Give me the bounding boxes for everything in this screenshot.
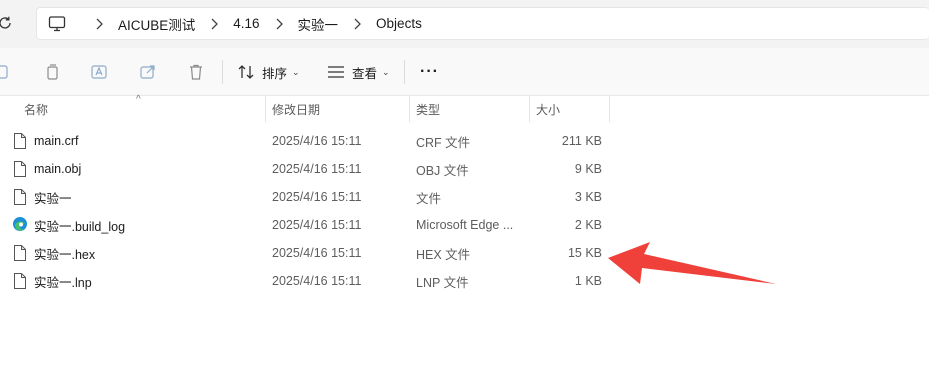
column-header: ^ 名称 修改日期 类型 大小 bbox=[0, 94, 929, 122]
file-icon bbox=[12, 160, 28, 178]
chevron-down-icon: ⌄ bbox=[292, 66, 300, 77]
sort-ascending-icon: ^ bbox=[136, 94, 141, 105]
file-row[interactable]: 实验一.build_log 2025/4/16 15:11 Microsoft … bbox=[0, 211, 929, 239]
breadcrumb-item[interactable]: 实验一 bbox=[298, 14, 339, 34]
rename-icon[interactable] bbox=[90, 63, 108, 81]
sort-button[interactable]: 排序 ⌄ bbox=[238, 58, 300, 86]
file-name-cell[interactable]: 实验一.build_log bbox=[12, 211, 125, 239]
view-list-icon bbox=[328, 66, 344, 78]
command-bar: 排序 ⌄ 查看 ⌄ ··· bbox=[0, 48, 929, 96]
file-size: 15 KB bbox=[567, 246, 602, 260]
column-divider[interactable] bbox=[609, 96, 610, 122]
file-row[interactable]: 实验一 2025/4/16 15:11 文件 3 KB bbox=[0, 183, 929, 211]
file-name: 实验一.build_log bbox=[34, 219, 126, 234]
breadcrumb-item[interactable]: AICUBE测试 bbox=[118, 14, 195, 34]
this-pc-icon[interactable] bbox=[48, 15, 66, 33]
column-divider[interactable] bbox=[529, 96, 530, 122]
file-icon bbox=[12, 132, 28, 150]
file-row[interactable]: 实验一.lnp 2025/4/16 15:11 LNP 文件 1 KB bbox=[0, 267, 929, 295]
file-row[interactable]: 实验一.hex 2025/4/16 15:11 HEX 文件 15 KB bbox=[0, 239, 929, 267]
file-type: Microsoft Edge ... bbox=[416, 218, 514, 232]
file-icon bbox=[12, 244, 28, 262]
sort-label: 排序 bbox=[262, 66, 288, 81]
file-date: 2025/4/16 15:11 bbox=[272, 134, 362, 148]
breadcrumb: AICUBE测试 4.16 实验一 Objects bbox=[80, 14, 422, 34]
file-name: main.obj bbox=[34, 162, 82, 176]
file-icon bbox=[12, 188, 28, 206]
delete-icon[interactable] bbox=[187, 63, 205, 81]
file-type: 文件 bbox=[416, 191, 442, 206]
toolbar-divider bbox=[404, 60, 405, 84]
chevron-right-icon[interactable] bbox=[92, 17, 106, 31]
chevron-down-icon: ⌄ bbox=[382, 66, 390, 77]
file-date: 2025/4/16 15:11 bbox=[272, 162, 362, 176]
file-size: 3 KB bbox=[574, 190, 602, 204]
chevron-right-icon[interactable] bbox=[272, 17, 286, 31]
file-date: 2025/4/16 15:11 bbox=[272, 218, 362, 232]
toolbar-divider bbox=[222, 60, 223, 84]
sort-icon bbox=[238, 65, 254, 79]
file-name-cell[interactable]: 实验一.lnp bbox=[12, 267, 92, 295]
column-size[interactable]: 大小 bbox=[536, 96, 560, 122]
file-size: 211 KB bbox=[561, 134, 602, 148]
file-type: LNP 文件 bbox=[416, 275, 469, 290]
file-name-cell[interactable]: main.crf bbox=[12, 127, 78, 155]
column-name[interactable]: 名称 bbox=[24, 96, 48, 122]
copy-icon[interactable] bbox=[43, 63, 61, 81]
edge-icon bbox=[12, 216, 28, 234]
chevron-right-icon[interactable] bbox=[350, 17, 364, 31]
file-row[interactable]: main.crf 2025/4/16 15:11 CRF 文件 211 KB bbox=[0, 127, 929, 155]
file-list: main.crf 2025/4/16 15:11 CRF 文件 211 KB m… bbox=[0, 127, 929, 295]
column-date[interactable]: 修改日期 bbox=[272, 96, 320, 122]
file-date: 2025/4/16 15:11 bbox=[272, 274, 362, 288]
address-bar[interactable]: AICUBE测试 4.16 实验一 Objects bbox=[36, 7, 929, 40]
file-size: 9 KB bbox=[574, 162, 602, 176]
more-options-button[interactable]: ··· bbox=[420, 58, 439, 86]
column-divider[interactable] bbox=[265, 96, 266, 122]
file-row[interactable]: main.obj 2025/4/16 15:11 OBJ 文件 9 KB bbox=[0, 155, 929, 183]
file-date: 2025/4/16 15:11 bbox=[272, 190, 362, 204]
file-type: OBJ 文件 bbox=[416, 163, 469, 178]
annotation-arrow bbox=[608, 242, 776, 284]
share-icon[interactable] bbox=[139, 63, 157, 81]
file-name: main.crf bbox=[34, 134, 79, 148]
file-name: 实验一.hex bbox=[34, 247, 96, 262]
file-icon bbox=[12, 272, 28, 290]
view-button[interactable]: 查看 ⌄ bbox=[327, 58, 390, 86]
file-name-cell[interactable]: 实验一.hex bbox=[12, 239, 95, 267]
cut-icon[interactable] bbox=[0, 63, 12, 81]
file-size: 2 KB bbox=[574, 218, 602, 232]
column-divider[interactable] bbox=[409, 96, 410, 122]
file-name: 实验一.lnp bbox=[34, 275, 92, 290]
breadcrumb-item[interactable]: Objects bbox=[376, 16, 422, 31]
file-date: 2025/4/16 15:11 bbox=[272, 246, 362, 260]
breadcrumb-item[interactable]: 4.16 bbox=[233, 16, 259, 31]
file-type: HEX 文件 bbox=[416, 247, 471, 262]
view-label: 查看 bbox=[352, 66, 378, 81]
file-name-cell[interactable]: main.obj bbox=[12, 155, 81, 183]
file-name-cell[interactable]: 实验一 bbox=[12, 183, 72, 211]
file-type: CRF 文件 bbox=[416, 135, 471, 150]
file-size: 1 KB bbox=[574, 274, 602, 288]
address-bar-area: AICUBE测试 4.16 实验一 Objects bbox=[0, 0, 929, 48]
column-type[interactable]: 类型 bbox=[416, 96, 440, 122]
refresh-icon[interactable] bbox=[0, 14, 14, 32]
chevron-right-icon[interactable] bbox=[207, 17, 221, 31]
file-name: 实验一 bbox=[34, 191, 72, 206]
